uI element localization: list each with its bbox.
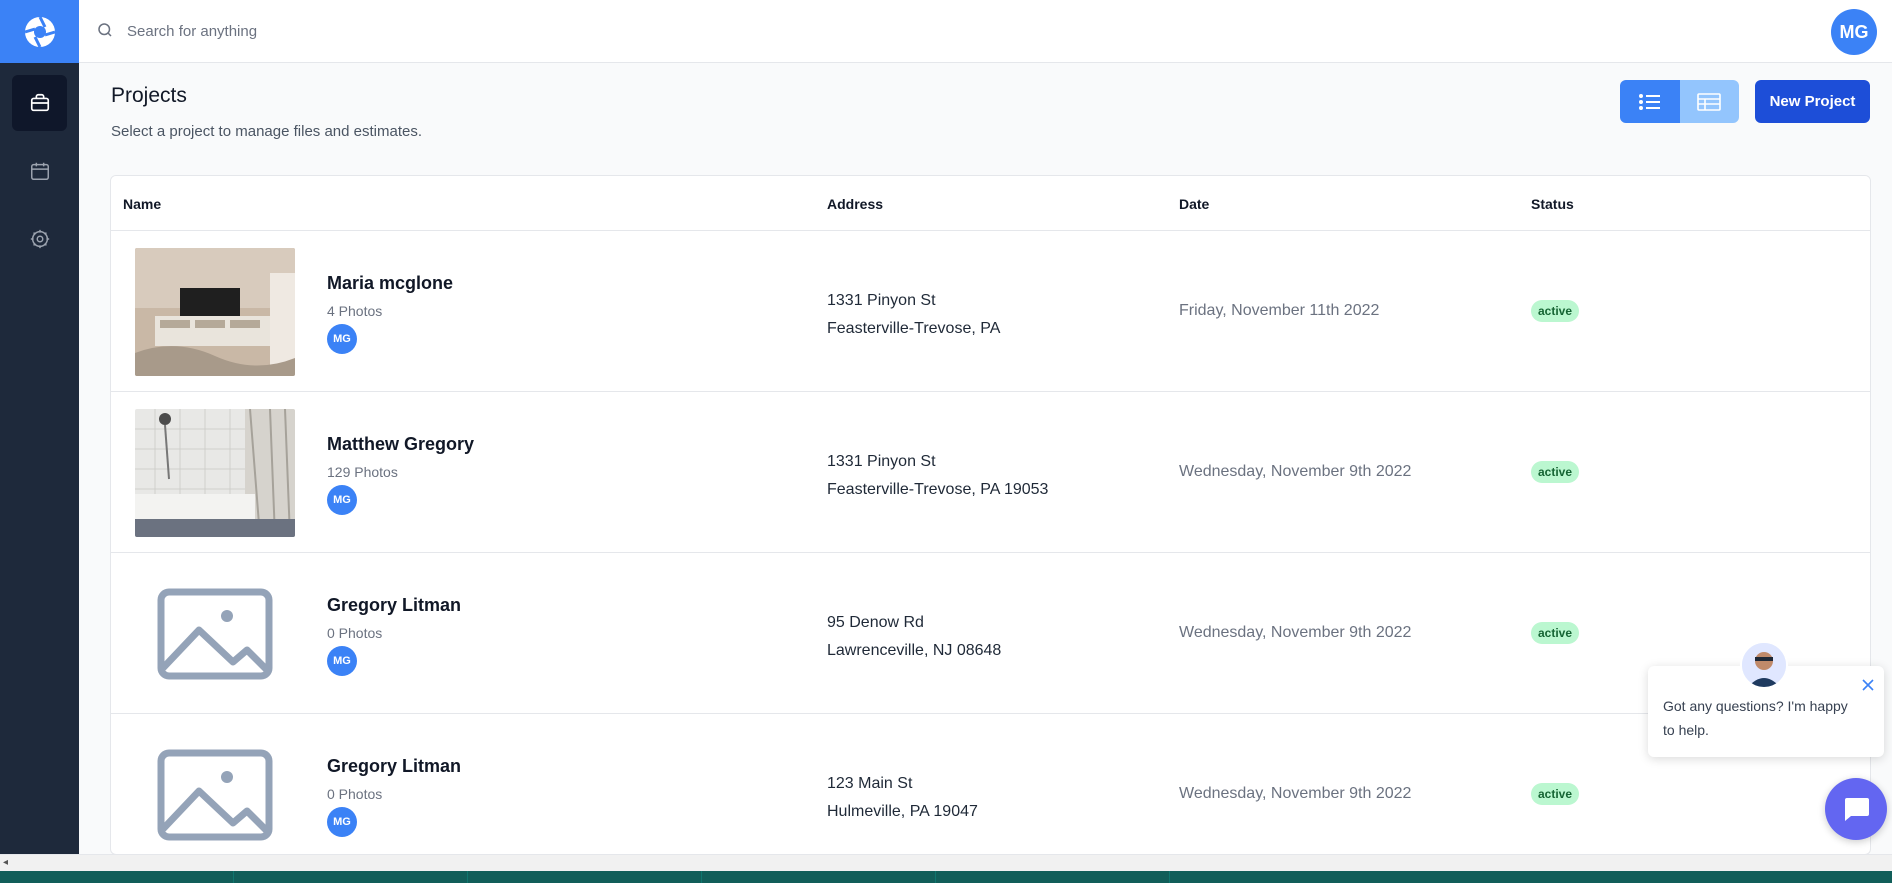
chat-agent-avatar [1740, 641, 1788, 689]
photo-count: 0 Photos [327, 786, 383, 802]
nav-settings[interactable] [12, 211, 67, 267]
project-photo [135, 248, 295, 376]
photo-count: 0 Photos [327, 625, 383, 641]
address-line-1: 1331 Pinyon St [827, 292, 936, 309]
assignee-avatar: MG [327, 324, 357, 354]
page-subtitle: Select a project to manage files and est… [111, 123, 423, 140]
address-line-2: Hulmeville, PA 19047 [827, 803, 978, 820]
assignee-avatar: MG [327, 485, 357, 515]
projects-table: Name Address Date Status Maria mcglone 4… [110, 175, 1871, 855]
table-row[interactable]: Gregory Litman 0 Photos MG 95 Denow Rd L… [111, 553, 1870, 714]
horizontal-scrollbar[interactable]: ◂ [0, 854, 1892, 871]
new-project-button[interactable]: New Project [1755, 80, 1870, 123]
user-avatar[interactable]: MG [1831, 9, 1877, 55]
project-photo [135, 409, 295, 537]
table-row[interactable]: Gregory Litman 0 Photos MG 123 Main St H… [111, 714, 1870, 854]
project-date: Wednesday, November 9th 2022 [1179, 785, 1412, 802]
project-date: Friday, November 11th 2022 [1179, 302, 1380, 319]
table-view-icon [1697, 92, 1722, 111]
list-view-icon [1638, 93, 1660, 110]
address-line-2: Lawrenceville, NJ 08648 [827, 642, 1002, 659]
table-row[interactable]: Matthew Gregory 129 Photos MG 1331 Pinyo… [111, 392, 1870, 553]
briefcase-icon [30, 93, 49, 112]
page-title: Projects [111, 84, 187, 107]
app-logo[interactable] [0, 0, 79, 63]
gear-icon [30, 229, 49, 249]
view-toggle [1620, 80, 1739, 123]
scroll-left-icon[interactable]: ◂ [3, 857, 8, 868]
project-thumbnail[interactable] [135, 409, 295, 537]
topbar: MG [79, 0, 1892, 63]
status-badge: active [1531, 622, 1580, 644]
address-line-1: 123 Main St [827, 775, 913, 792]
image-placeholder-icon [157, 749, 273, 841]
aperture-logo-icon [24, 15, 55, 48]
table-view-button[interactable] [1679, 80, 1739, 123]
column-header-name: Name [123, 196, 162, 212]
photo-count: 4 Photos [327, 303, 383, 319]
status-badge: active [1531, 300, 1580, 322]
bottom-taskbar [0, 871, 1892, 883]
project-thumbnail[interactable] [135, 731, 295, 854]
project-name[interactable]: Maria mcglone [327, 273, 453, 294]
assignee-avatar: MG [327, 646, 357, 676]
image-placeholder-icon [157, 588, 273, 680]
photo-count: 129 Photos [327, 464, 398, 480]
column-header-date: Date [1179, 196, 1210, 212]
chat-message: Got any questions? I'm happy to help. [1663, 698, 1848, 738]
search-input[interactable] [127, 16, 727, 46]
project-address: 1331 Pinyon St Feasterville-Trevose, PA … [827, 448, 1048, 504]
chat-launcher-button[interactable] [1825, 778, 1887, 840]
nav-calendar[interactable] [12, 143, 67, 199]
project-date: Wednesday, November 9th 2022 [1179, 624, 1412, 641]
project-name[interactable]: Gregory Litman [327, 756, 461, 777]
search-icon [98, 23, 112, 37]
column-header-address: Address [827, 196, 884, 212]
table-header: Name Address Date Status [111, 176, 1870, 231]
address-line-2: Feasterville-Trevose, PA [827, 320, 1001, 337]
project-address: 123 Main St Hulmeville, PA 19047 [827, 770, 978, 826]
list-view-button[interactable] [1620, 80, 1680, 123]
status-badge: active [1531, 461, 1580, 483]
close-icon[interactable] [1860, 677, 1876, 693]
project-thumbnail[interactable] [135, 570, 295, 698]
project-name[interactable]: Gregory Litman [327, 595, 461, 616]
project-address: 1331 Pinyon St Feasterville-Trevose, PA [827, 287, 1000, 343]
calendar-icon [30, 162, 49, 180]
project-thumbnail[interactable] [135, 248, 295, 376]
project-address: 95 Denow Rd Lawrenceville, NJ 08648 [827, 609, 1001, 665]
chat-bubble-icon [1845, 798, 1869, 821]
status-badge: active [1531, 783, 1580, 805]
address-line-1: 95 Denow Rd [827, 614, 924, 631]
address-line-1: 1331 Pinyon St [827, 453, 936, 470]
table-row[interactable]: Maria mcglone 4 Photos MG 1331 Pinyon St… [111, 231, 1870, 392]
project-name[interactable]: Matthew Gregory [327, 434, 474, 455]
nav-projects[interactable] [12, 75, 67, 131]
address-line-2: Feasterville-Trevose, PA 19053 [827, 481, 1049, 498]
assignee-avatar: MG [327, 807, 357, 837]
sidebar [0, 0, 79, 854]
project-date: Wednesday, November 9th 2022 [1179, 463, 1412, 480]
column-header-status: Status [1531, 196, 1574, 212]
